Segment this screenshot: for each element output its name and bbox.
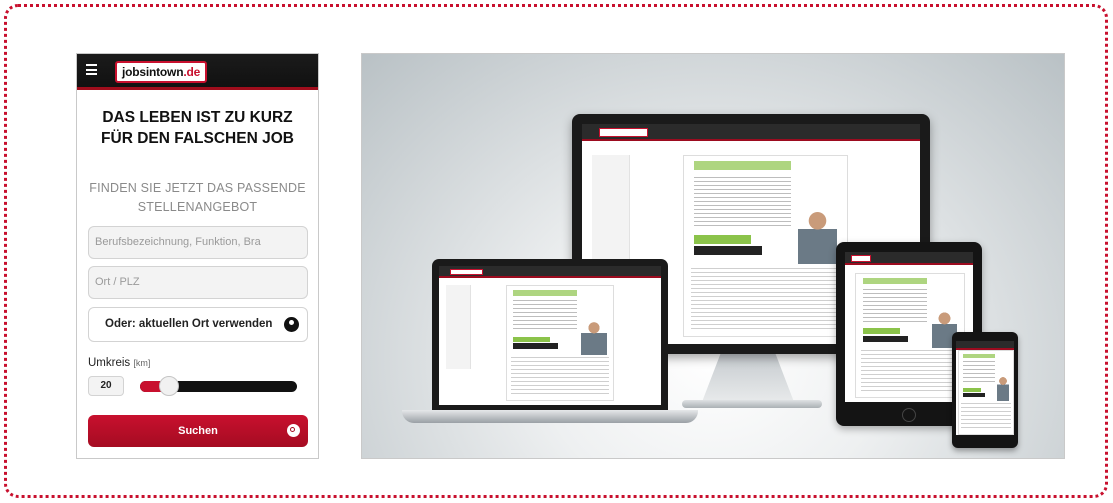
search-button-label: Suchen bbox=[178, 425, 218, 437]
logo-name: jobsintown bbox=[122, 65, 184, 79]
subline: FINDEN SIE JETZT DAS PASSENDE STELLENANG… bbox=[89, 181, 306, 214]
monitor-base bbox=[682, 400, 822, 408]
top-bar: jobsintown.de bbox=[77, 54, 318, 90]
geo-button-label: Oder: aktuellen Ort verwenden bbox=[105, 318, 273, 330]
use-current-location-button[interactable]: Oder: aktuellen Ort verwenden bbox=[88, 307, 308, 342]
responsive-devices-image bbox=[361, 53, 1065, 459]
smartphone bbox=[952, 332, 1018, 448]
laptop bbox=[432, 259, 668, 411]
job-search-input[interactable]: Berufsbezeichnung, Funktion, Bra bbox=[88, 226, 308, 259]
headline: DAS LEBEN IST ZU KURZ FÜR DEN FALSCHEN J… bbox=[101, 109, 294, 147]
radius-value-field[interactable]: 20 bbox=[88, 376, 124, 396]
logo-tld: .de bbox=[183, 65, 201, 79]
radius-label-text: Umkreis bbox=[88, 357, 131, 369]
mobile-search-panel: jobsintown.de DAS LEBEN IST ZU KURZ FÜR … bbox=[76, 53, 319, 459]
monitor-stand bbox=[702, 354, 794, 402]
tablet-home-button bbox=[902, 408, 916, 422]
radius-unit: [km] bbox=[133, 358, 151, 368]
laptop-base bbox=[402, 410, 698, 423]
laptop-screen bbox=[439, 266, 661, 405]
radius-slider[interactable] bbox=[140, 376, 297, 396]
search-button[interactable]: Suchen bbox=[88, 415, 308, 447]
smartphone-screen bbox=[956, 341, 1014, 435]
radius-slider-handle[interactable] bbox=[158, 376, 179, 396]
location-input[interactable]: Ort / PLZ bbox=[88, 266, 308, 299]
radius-label: Umkreis [km] bbox=[88, 357, 150, 369]
hamburger-icon[interactable] bbox=[86, 64, 97, 75]
location-pin-icon bbox=[284, 317, 299, 332]
search-icon bbox=[287, 424, 300, 437]
site-logo[interactable]: jobsintown.de bbox=[115, 61, 208, 83]
